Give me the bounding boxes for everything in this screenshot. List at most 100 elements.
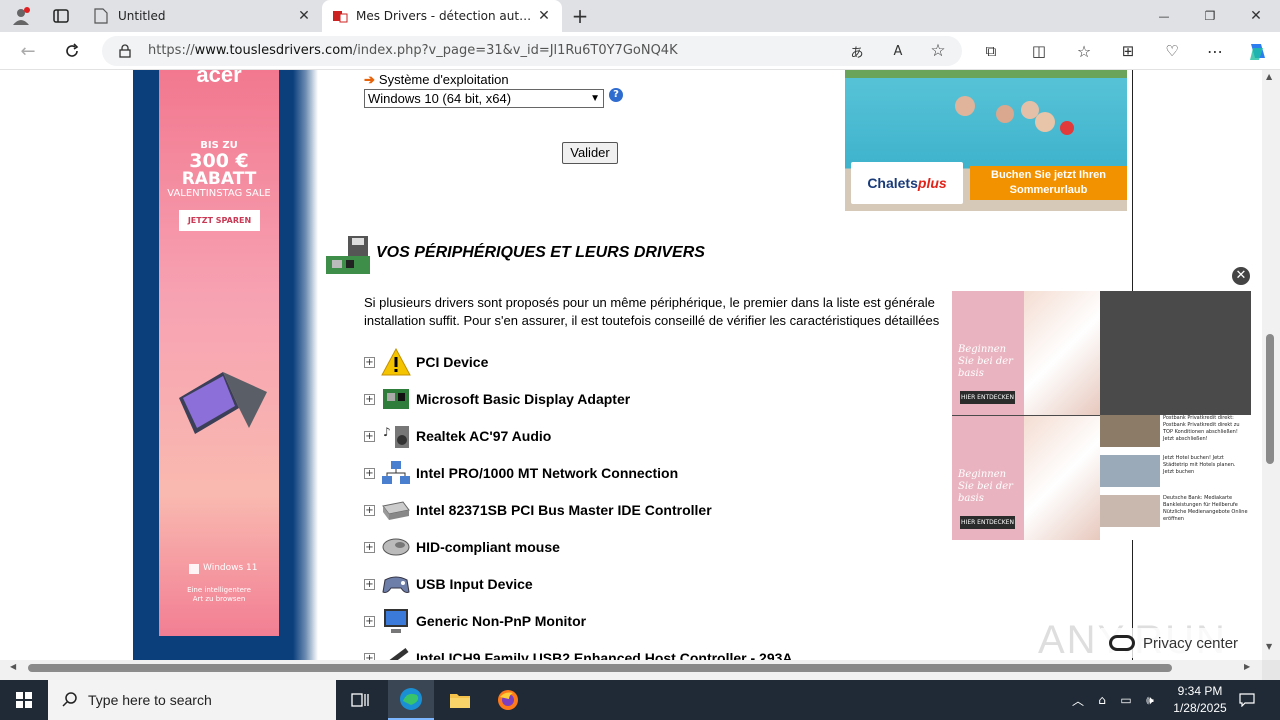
device-name: HID-compliant mouse: [416, 539, 560, 555]
tray-chevron-icon[interactable]: ︿: [1068, 680, 1088, 720]
tab-close-icon[interactable]: ✕: [536, 8, 552, 24]
expand-icon[interactable]: +: [364, 504, 375, 516]
popup-close-button[interactable]: ✕: [1231, 266, 1251, 286]
device-row[interactable]: + ♪ Realtek AC'97 Audio: [364, 421, 551, 451]
expand-icon[interactable]: +: [364, 430, 375, 442]
refresh-icon[interactable]: [60, 40, 84, 62]
section-title: VOS PÉRIPHÉRIQUES ET LEURS DRIVERS: [376, 244, 705, 261]
ad-cell-button[interactable]: HIER ENTDECKEN: [960, 516, 1015, 529]
privacy-center-button[interactable]: Privacy center: [1101, 628, 1247, 658]
scroll-left-icon[interactable]: ◀: [10, 662, 16, 671]
url-field[interactable]: https://www.touslesdrivers.com/index.php…: [102, 36, 962, 66]
lock-icon[interactable]: [116, 42, 134, 60]
expand-icon[interactable]: +: [364, 652, 375, 660]
device-name: Intel PRO/1000 MT Network Connection: [416, 465, 679, 481]
volume-icon[interactable]: 🕪: [1140, 680, 1160, 720]
minimize-button[interactable]: —: [1144, 0, 1184, 32]
ad-cell-text: Beginnen Sie bei der basis: [958, 344, 1013, 379]
expand-icon[interactable]: +: [364, 467, 375, 479]
scroll-up-icon[interactable]: ▲: [1266, 72, 1272, 81]
device-row[interactable]: + PCI Device: [364, 347, 488, 377]
news-thumbnail: [1100, 495, 1160, 527]
page-icon: [94, 8, 110, 24]
notifications-icon[interactable]: [1236, 680, 1258, 720]
extensions-icon[interactable]: ⧉: [980, 41, 1002, 61]
ad-cell[interactable]: Beginnen Sie bei der basis HIER ENTDECKE…: [952, 416, 1100, 540]
tab-actions-icon[interactable]: [50, 6, 72, 26]
chalets-cta-button[interactable]: Buchen Sie jetzt Ihren Sommerurlaub: [970, 166, 1127, 200]
firefox-icon[interactable]: [486, 680, 530, 720]
split-screen-icon[interactable]: ◫: [1028, 41, 1050, 61]
horizontal-scroll-thumb[interactable]: [28, 664, 1172, 672]
scroll-right-icon[interactable]: ▶: [1244, 662, 1250, 671]
expand-icon[interactable]: +: [364, 393, 375, 405]
favorite-star-icon[interactable]: ☆: [928, 41, 948, 61]
performance-icon[interactable]: ♡: [1161, 41, 1183, 61]
acer-ad[interactable]: acer BIS ZU 300 € RABATT VALENTINSTAG SA…: [159, 70, 279, 636]
address-bar-row: ← https://www.touslesdrivers.com/index.p…: [0, 32, 1280, 70]
device-row[interactable]: + Microsoft Basic Display Adapter: [364, 384, 630, 414]
expand-icon[interactable]: +: [364, 356, 375, 368]
windows-start-icon[interactable]: [0, 680, 48, 720]
clock[interactable]: 9:34 PM 1/28/2025: [1160, 683, 1240, 717]
left-ad-banner[interactable]: acer BIS ZU 300 € RABATT VALENTINSTAG SA…: [133, 70, 318, 660]
ad-line3: RABATT: [181, 169, 257, 189]
expand-icon[interactable]: +: [364, 615, 375, 627]
expand-icon[interactable]: +: [364, 578, 375, 590]
scroll-down-icon[interactable]: ▼: [1266, 642, 1272, 651]
copilot-icon[interactable]: [1245, 39, 1271, 63]
new-tab-button[interactable]: +: [568, 4, 592, 28]
device-row[interactable]: + HID-compliant mouse: [364, 532, 560, 562]
device-row[interactable]: + USB Input Device: [364, 569, 533, 599]
chalets-ad[interactable]: Chalets plus Buchen Sie jetzt Ihren Somme…: [845, 70, 1127, 211]
news-item[interactable]: Deutsche Bank: Mediakarte Bankleistungen…: [1100, 495, 1251, 531]
device-row[interactable]: + Intel 82371SB PCI Bus Master IDE Contr…: [364, 495, 712, 525]
file-explorer-icon[interactable]: [438, 680, 482, 720]
device-name: USB Input Device: [416, 576, 533, 592]
ad-cta-button[interactable]: JETZT SPAREN: [179, 210, 260, 231]
os-select[interactable]: Windows 10 (64 bit, x64) ▼: [364, 89, 604, 108]
vertical-scroll-thumb[interactable]: [1266, 334, 1274, 464]
task-view-icon[interactable]: [340, 680, 380, 720]
taskbar-search[interactable]: Type here to search: [48, 680, 336, 720]
edge-taskbar-icon[interactable]: [388, 680, 434, 720]
device-row[interactable]: + Generic Non-PnP Monitor: [364, 606, 586, 636]
tab-untitled[interactable]: Untitled ✕: [84, 0, 322, 32]
device-row[interactable]: + Intel PRO/1000 MT Network Connection: [364, 458, 678, 488]
device-row[interactable]: + Intel ICH9 Family USB2 Enhanced Host C…: [364, 643, 793, 660]
expand-icon[interactable]: +: [364, 541, 375, 553]
chalets-logo-text: Chalets: [867, 175, 918, 191]
help-icon[interactable]: ?: [609, 88, 623, 102]
horizontal-scrollbar[interactable]: ◀ ▶: [0, 660, 1262, 676]
network-tray-icon[interactable]: ▭: [1116, 680, 1136, 720]
tab-label: Mes Drivers - détection automatique: [356, 9, 536, 23]
valider-button[interactable]: Valider: [562, 142, 618, 164]
ad-cell-button[interactable]: HIER ENTDECKEN: [960, 391, 1015, 404]
svg-text:♪: ♪: [383, 425, 391, 439]
maximize-button[interactable]: ❐: [1190, 0, 1230, 32]
back-icon[interactable]: ←: [16, 40, 40, 62]
favorites-icon[interactable]: ☆: [1073, 41, 1095, 61]
profile-icon[interactable]: [10, 6, 32, 26]
translate-icon[interactable]: あ: [847, 42, 867, 61]
laptop-image: [177, 368, 267, 438]
news-text: Deutsche Bank: Mediakarte Bankleistungen…: [1163, 495, 1248, 522]
tab-close-icon[interactable]: ✕: [296, 8, 312, 24]
read-aloud-icon[interactable]: A: [888, 42, 908, 60]
vertical-scrollbar[interactable]: ▲ ▼: [1262, 70, 1280, 660]
tab-mes-drivers[interactable]: Mes Drivers - détection automatique ✕: [322, 0, 562, 32]
news-item[interactable]: Postbank Privatkredit direkt: Postbank P…: [1100, 415, 1251, 451]
ad-tagline: Eine intelligentere Art zu browsen: [187, 586, 251, 603]
device-name: Intel ICH9 Family USB2 Enhanced Host Con…: [416, 650, 793, 660]
ad-cell[interactable]: Beginnen Sie bei der basis HIER ENTDECKE…: [952, 291, 1100, 415]
popup-ad[interactable]: Beginnen Sie bei der basis HIER ENTDECKE…: [952, 291, 1251, 540]
drive-icon: [380, 495, 412, 525]
search-icon: [62, 691, 78, 710]
close-window-button[interactable]: ✕: [1236, 0, 1276, 32]
news-text: Jetzt Hotel buchen! Jetzt Städtetrip mit…: [1163, 455, 1236, 475]
collections-icon[interactable]: ⊞: [1117, 41, 1139, 61]
more-menu-icon[interactable]: ⋯: [1204, 41, 1226, 61]
meet-now-icon[interactable]: ⌂: [1092, 680, 1112, 720]
news-item[interactable]: Jetzt Hotel buchen! Jetzt Städtetrip mit…: [1100, 455, 1251, 491]
url-path: /index.php?v_page=31&v_id=Jl1Ru6T0Y7GoNQ…: [352, 43, 678, 58]
